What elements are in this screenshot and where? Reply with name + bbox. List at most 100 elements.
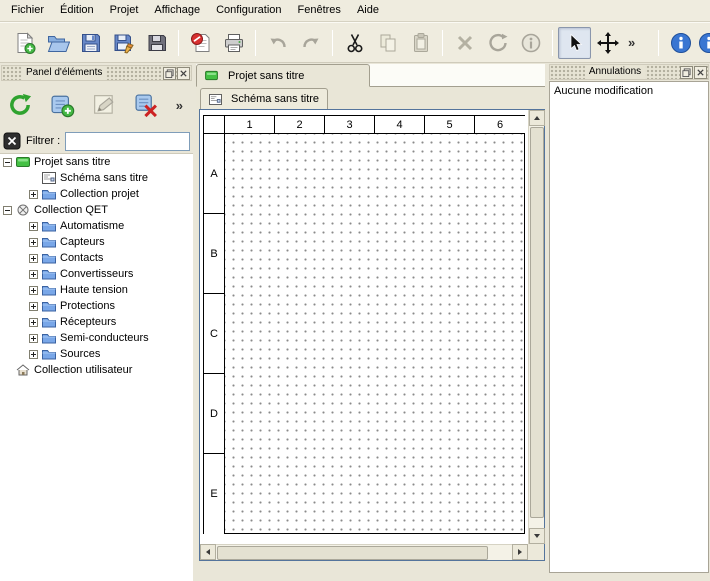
scissors-icon: [343, 31, 367, 55]
tree-item-label: Semi-conducteurs: [60, 332, 149, 344]
cut-button[interactable]: [338, 27, 371, 59]
left-panel-float-button[interactable]: [163, 67, 176, 80]
about-info-button[interactable]: [664, 27, 697, 59]
left-panel-close-button[interactable]: [177, 67, 190, 80]
row-header-E: E: [204, 454, 225, 534]
expand-expander[interactable]: [29, 190, 38, 199]
information-button[interactable]: [514, 27, 547, 59]
tree-item-collection-projet[interactable]: Collection projet: [0, 186, 193, 202]
save-button[interactable]: [74, 27, 107, 59]
tree-item-collection-qet[interactable]: Collection QET: [0, 202, 193, 218]
open-project-button[interactable]: [41, 27, 74, 59]
copy-button[interactable]: [371, 27, 404, 59]
tree-item-capteurs[interactable]: Capteurs: [0, 234, 193, 250]
expand-expander[interactable]: [29, 334, 38, 343]
save-all-button[interactable]: [140, 27, 173, 59]
tree-item-contacts[interactable]: Contacts: [0, 250, 193, 266]
selection-mode-button[interactable]: [558, 27, 591, 59]
menu-fichier[interactable]: Fichier: [3, 0, 52, 21]
vertical-scroll-thumb[interactable]: [530, 127, 544, 518]
scroll-right-button[interactable]: [512, 544, 528, 560]
undo-button[interactable]: [261, 27, 294, 59]
scroll-left-button[interactable]: [200, 544, 216, 560]
folder-icon: [42, 252, 56, 264]
right-panel-close-button[interactable]: [694, 66, 707, 79]
expand-expander[interactable]: [29, 318, 38, 327]
tab-projet-sans-titre[interactable]: Projet sans titre: [196, 64, 370, 87]
delete-button[interactable]: [448, 27, 481, 59]
toolbar-separator: [178, 30, 179, 56]
vertical-scrollbar[interactable]: [528, 110, 544, 544]
tree-item-schema-sans-titre[interactable]: Schéma sans titre: [0, 170, 193, 186]
close-icon: [696, 68, 705, 77]
tree-item-projet-sans-titre[interactable]: Projet sans titre: [0, 154, 193, 170]
tree-item-automatisme[interactable]: Automatisme: [0, 218, 193, 234]
undo-panel-title: Annulations: [585, 65, 645, 79]
reload-collections-button[interactable]: [2, 86, 38, 124]
elements-tree: Projet sans titre Schéma sans titre Coll…: [0, 153, 193, 581]
diagram-canvas[interactable]: 1 2 3 4 5 6 A B C D E: [200, 110, 528, 544]
tree-item-convertisseurs[interactable]: Convertisseurs: [0, 266, 193, 282]
clear-filter-button[interactable]: [3, 132, 21, 150]
clipped-icon: [697, 31, 710, 55]
tree-item-sources[interactable]: Sources: [0, 346, 193, 362]
menu-edition[interactable]: Édition: [52, 0, 102, 21]
save-as-button[interactable]: [107, 27, 140, 59]
elements-panel-titlebar[interactable]: Panel d'éléments: [1, 65, 192, 81]
down-arrow-icon: [534, 534, 540, 538]
tree-item-protections[interactable]: Protections: [0, 298, 193, 314]
menu-projet[interactable]: Projet: [102, 0, 147, 21]
elements-toolbar-overflow-button[interactable]: »: [172, 98, 187, 113]
clipped-toolbar-button[interactable]: [697, 27, 710, 59]
collapse-expander[interactable]: [3, 206, 12, 215]
expand-expander[interactable]: [29, 222, 38, 231]
scroll-up-button[interactable]: [529, 110, 545, 126]
diagram-view[interactable]: 1 2 3 4 5 6 A B C D E: [199, 109, 545, 561]
filter-label: Filtrer :: [26, 135, 60, 147]
right-panel-float-button[interactable]: [680, 66, 693, 79]
expand-expander[interactable]: [29, 238, 38, 247]
expand-expander[interactable]: [29, 286, 38, 295]
redo-button[interactable]: [294, 27, 327, 59]
expand-expander[interactable]: [29, 302, 38, 311]
menu-aide[interactable]: Aide: [349, 0, 387, 21]
new-document-button[interactable]: [8, 27, 41, 59]
undo-panel-titlebar[interactable]: Annulations: [549, 64, 709, 80]
collapse-expander[interactable]: [3, 158, 12, 167]
print-button[interactable]: [217, 27, 250, 59]
menu-configuration[interactable]: Configuration: [208, 0, 289, 21]
undo-list[interactable]: Aucune modification: [549, 81, 709, 573]
expand-expander[interactable]: [29, 350, 38, 359]
row-header-A: A: [204, 134, 225, 214]
tree-item-collection-utilisateur[interactable]: Collection utilisateur: [0, 362, 193, 378]
tree-item-haute-tension[interactable]: Haute tension: [0, 282, 193, 298]
close-file-icon: [189, 31, 213, 55]
delete-element-button[interactable]: [128, 86, 164, 124]
delete-cross-icon: [453, 31, 477, 55]
scroll-down-button[interactable]: [529, 528, 545, 544]
folder-icon: [42, 348, 56, 360]
pan-mode-button[interactable]: [591, 27, 624, 59]
tab-schema-sans-titre[interactable]: Schéma sans titre: [200, 88, 328, 109]
float-window-icon: [682, 68, 691, 77]
tree-item-recepteurs[interactable]: Récepteurs: [0, 314, 193, 330]
menu-fenetres[interactable]: Fenêtres: [290, 0, 349, 21]
new-element-button[interactable]: [44, 86, 80, 124]
save-all-icon: [145, 31, 169, 55]
edit-element-button[interactable]: [86, 86, 122, 124]
close-project-button[interactable]: [184, 27, 217, 59]
horizontal-scrollbar[interactable]: [200, 544, 528, 560]
horizontal-scroll-thumb[interactable]: [217, 546, 488, 560]
column-header-3: 3: [325, 116, 375, 134]
row-headers: A B C D E: [204, 134, 225, 534]
toolbar-overflow-button[interactable]: »: [624, 35, 639, 50]
paste-button[interactable]: [404, 27, 437, 59]
new-document-icon: [13, 31, 37, 55]
expand-expander[interactable]: [29, 254, 38, 263]
expand-expander[interactable]: [29, 270, 38, 279]
tree-item-semi-conducteurs[interactable]: Semi-conducteurs: [0, 330, 193, 346]
menu-affichage[interactable]: Affichage: [146, 0, 208, 21]
rotate-button[interactable]: [481, 27, 514, 59]
folder-icon: [42, 300, 56, 312]
filter-input[interactable]: [65, 132, 190, 151]
